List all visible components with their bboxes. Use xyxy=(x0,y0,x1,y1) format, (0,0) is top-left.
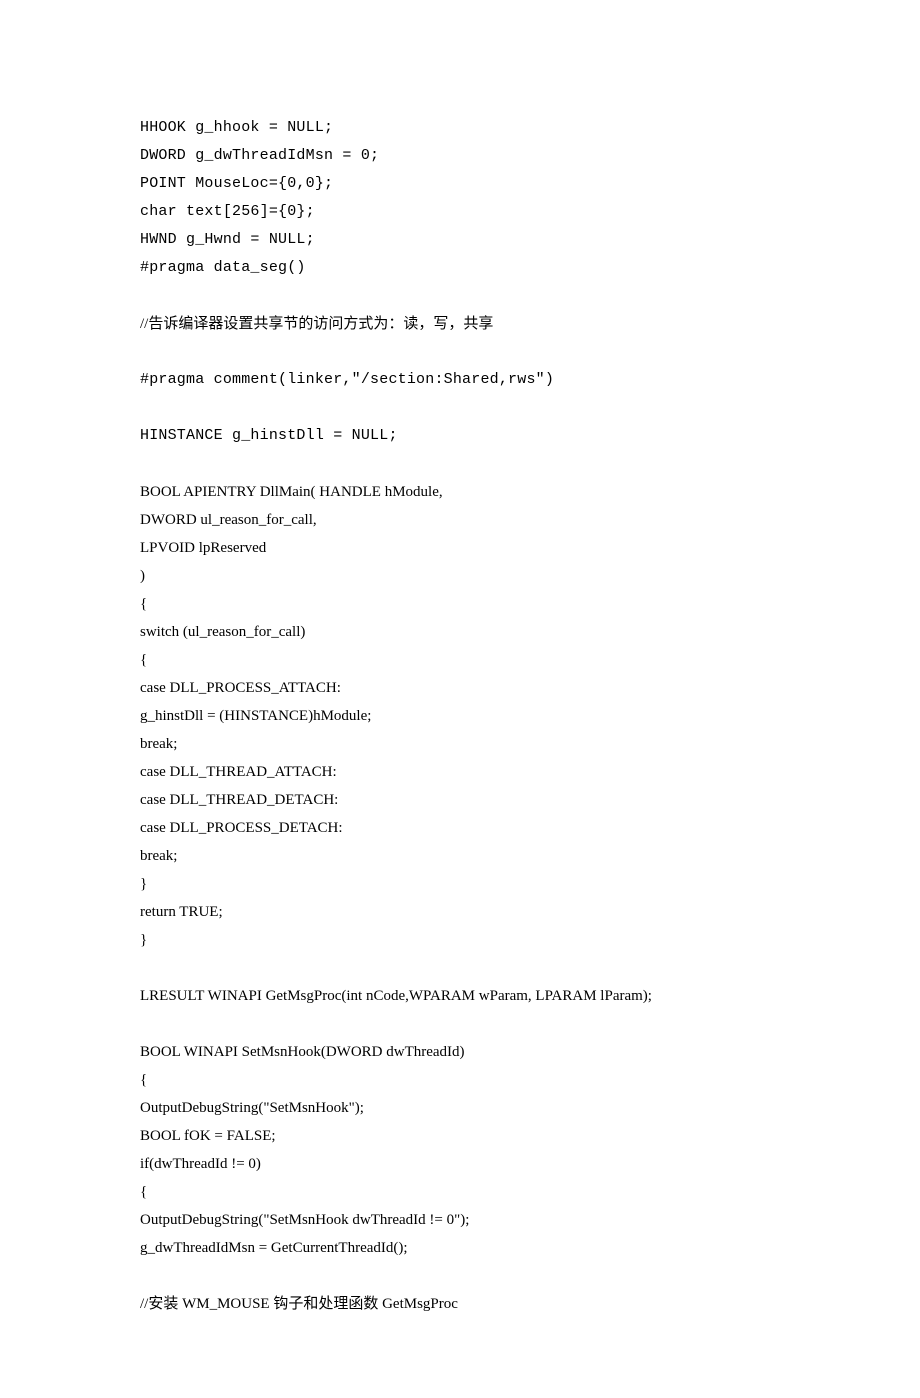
code-line: case DLL_PROCESS_DETACH: xyxy=(140,814,780,842)
code-line: OutputDebugString("SetMsnHook"); xyxy=(140,1094,780,1122)
blank-line xyxy=(140,450,780,478)
code-line: ) xyxy=(140,562,780,590)
code-line: g_hinstDll = (HINSTANCE)hModule; xyxy=(140,702,780,730)
code-line: HHOOK g_hhook = NULL; xyxy=(140,114,780,142)
code-line: { xyxy=(140,590,780,618)
code-line: #pragma comment(linker,"/section:Shared,… xyxy=(140,366,780,394)
code-line: //安装 WM_MOUSE 钩子和处理函数 GetMsgProc xyxy=(140,1290,780,1318)
code-line: if(dwThreadId != 0) xyxy=(140,1150,780,1178)
code-line: break; xyxy=(140,842,780,870)
blank-line xyxy=(140,954,780,982)
code-line: HINSTANCE g_hinstDll = NULL; xyxy=(140,422,780,450)
blank-line xyxy=(140,1010,780,1038)
code-line: return TRUE; xyxy=(140,898,780,926)
code-line: case DLL_THREAD_ATTACH: xyxy=(140,758,780,786)
code-line: } xyxy=(140,926,780,954)
code-line: break; xyxy=(140,730,780,758)
code-line: { xyxy=(140,1066,780,1094)
code-line: BOOL APIENTRY DllMain( HANDLE hModule, xyxy=(140,478,780,506)
code-line: BOOL fOK = FALSE; xyxy=(140,1122,780,1150)
code-line: DWORD ul_reason_for_call, xyxy=(140,506,780,534)
code-line: //告诉编译器设置共享节的访问方式为：读，写，共享 xyxy=(140,310,780,338)
code-line: OutputDebugString("SetMsnHook dwThreadId… xyxy=(140,1206,780,1234)
code-line: char text[256]={0}; xyxy=(140,198,780,226)
code-line: LPVOID lpReserved xyxy=(140,534,780,562)
code-line: BOOL WINAPI SetMsnHook(DWORD dwThreadId) xyxy=(140,1038,780,1066)
blank-line xyxy=(140,338,780,366)
code-line: DWORD g_dwThreadIdMsn = 0; xyxy=(140,142,780,170)
blank-line xyxy=(140,1262,780,1290)
code-line: switch (ul_reason_for_call) xyxy=(140,618,780,646)
code-line: { xyxy=(140,1178,780,1206)
code-line: HWND g_Hwnd = NULL; xyxy=(140,226,780,254)
code-line: LRESULT WINAPI GetMsgProc(int nCode,WPAR… xyxy=(140,982,780,1010)
code-line: { xyxy=(140,646,780,674)
code-line: } xyxy=(140,870,780,898)
code-line: #pragma data_seg() xyxy=(140,254,780,282)
document-page: HHOOK g_hhook = NULL;DWORD g_dwThreadIdM… xyxy=(0,0,920,1398)
code-line: case DLL_THREAD_DETACH: xyxy=(140,786,780,814)
blank-line xyxy=(140,282,780,310)
code-line: g_dwThreadIdMsn = GetCurrentThreadId(); xyxy=(140,1234,780,1262)
code-line: case DLL_PROCESS_ATTACH: xyxy=(140,674,780,702)
blank-line xyxy=(140,394,780,422)
code-line: POINT MouseLoc={0,0}; xyxy=(140,170,780,198)
